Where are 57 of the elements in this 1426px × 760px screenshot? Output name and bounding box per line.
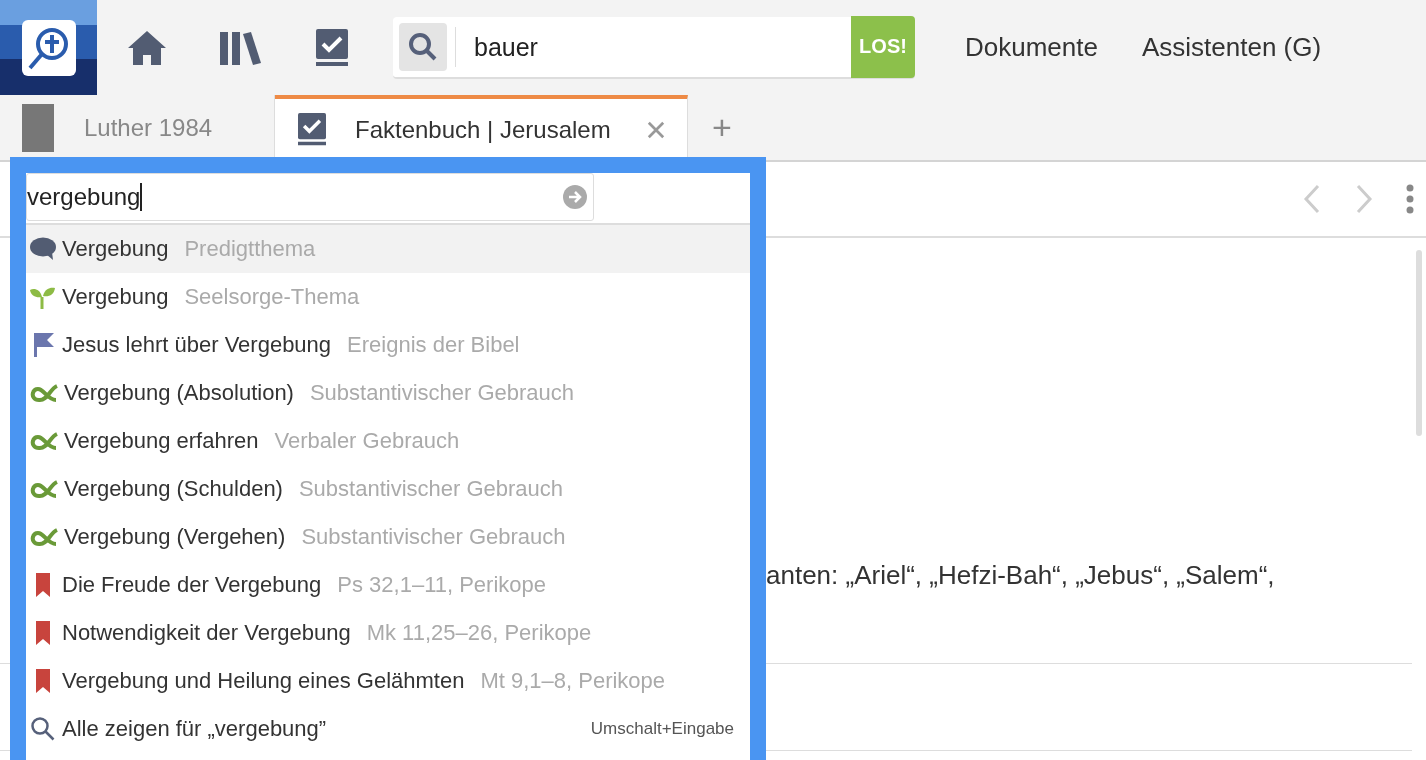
- menu-link[interactable]: Assistenten (G): [1141, 32, 1322, 63]
- suggestion-type: Verbaler Gebrauch: [274, 428, 460, 454]
- magnifier-cross-icon: [21, 19, 76, 76]
- suggestion-item[interactable]: Vergebung (Schulden) Substantivischer Gebrauch: [26, 465, 750, 513]
- suggestion-title: Vergebung: [62, 284, 169, 310]
- suggestion-item[interactable]: Vergebung (Vergehen) Substantivischer Gebrauch: [26, 513, 750, 561]
- checklist-book-icon: [297, 112, 327, 147]
- suggestion-title: Vergebung (Schulden): [64, 476, 283, 502]
- suggestion-item[interactable]: Die Freude der Vergebung Ps 32,1–11, Perikope: [26, 561, 750, 609]
- suggestion-title: Vergebung (Vergehen): [64, 524, 286, 550]
- arrow-circle-icon[interactable]: [563, 185, 587, 209]
- suggestion-title: Notwendigkeit der Vergebung: [62, 620, 351, 646]
- suggestion-item[interactable]: Vergebung und Heilung eines Gelähmten Mt 9,1–8, Perikope: [26, 657, 750, 705]
- checklist-book-icon[interactable]: [315, 27, 349, 68]
- suggestion-item[interactable]: Vergebung (Absolution) Substantivischer Gebrauch: [26, 369, 750, 417]
- suggestion-type: Ereignis der Bibel: [347, 332, 520, 358]
- suggestion-type: Substantivischer Gebrauch: [298, 476, 564, 502]
- body-text: anten: „Ariel“, „Hefzi-Bah“, „Jebus“, „Salem“,: [766, 560, 1275, 591]
- suggestion-type: Mt 9,1–8, Perikope: [480, 668, 666, 694]
- suggestion-type: Seelsorge-Thema: [184, 284, 360, 310]
- more-icon[interactable]: [1406, 184, 1414, 214]
- suggestion-title: Vergebung erfahren: [64, 428, 259, 454]
- tab-label: Faktenbuch | Jerusalem: [355, 115, 611, 144]
- suggestion-item[interactable]: Vergebung Seelsorge-Thema: [26, 273, 750, 321]
- speech-bubble-icon: [30, 237, 56, 261]
- suggestion-type: Substantivischer Gebrauch: [301, 524, 566, 550]
- suggestion-item[interactable]: Jesus lehrt über Vergebung Ereignis der Bibel: [26, 321, 750, 369]
- search-icon[interactable]: [399, 22, 447, 71]
- show-all-item[interactable]: Alle zeigen für „vergebung” Umschalt+Eingabe: [26, 705, 750, 753]
- search-icon: [30, 716, 56, 742]
- suggestion-type: Ps 32,1–11, Perikope: [337, 572, 547, 598]
- sprout-icon: [30, 285, 56, 309]
- query-field[interactable]: vergebung: [26, 173, 594, 221]
- app-logo[interactable]: [0, 0, 97, 95]
- keyboard-shortcut: Umschalt+Eingabe: [590, 719, 734, 739]
- suggestion-item[interactable]: Vergebung erfahren Verbaler Gebrauch: [26, 417, 750, 465]
- scrollbar[interactable]: [1416, 250, 1422, 436]
- tab-label: Luther 1984: [84, 113, 213, 142]
- suggestion-title: Die Freude der Vergebung: [62, 572, 322, 598]
- suggestion-type: Substantivischer Gebrauch: [309, 380, 575, 406]
- suggestion-title: Vergebung und Heilung eines Gelähmten: [62, 668, 465, 694]
- suggestion-type: Predigtthema: [184, 236, 316, 262]
- suggestion-title: Vergebung: [62, 236, 169, 262]
- close-icon[interactable]: [647, 120, 665, 139]
- document-tab[interactable]: Faktenbuch | Jerusalem: [275, 95, 688, 160]
- home-icon[interactable]: [127, 29, 167, 66]
- menu-link[interactable]: Dokumente: [965, 32, 1098, 63]
- library-icon[interactable]: [219, 29, 263, 66]
- show-all-label: Alle zeigen für „vergebung”: [62, 716, 327, 742]
- suggestion-item[interactable]: Vergebung Predigtthema: [26, 225, 750, 273]
- suggestion-title: Jesus lehrt über Vergebung: [62, 332, 332, 358]
- search-field[interactable]: bauer LOS!: [393, 16, 915, 79]
- book-cover-icon: [22, 103, 54, 152]
- suggestion-type: Mk 11,25–26, Perikope: [366, 620, 592, 646]
- suggestion-item[interactable]: Notwendigkeit der Vergebung Mk 11,25–26, Perikope: [26, 609, 750, 657]
- query-text: vergebung: [27, 183, 141, 211]
- suggestion-title: Vergebung (Absolution): [64, 380, 294, 406]
